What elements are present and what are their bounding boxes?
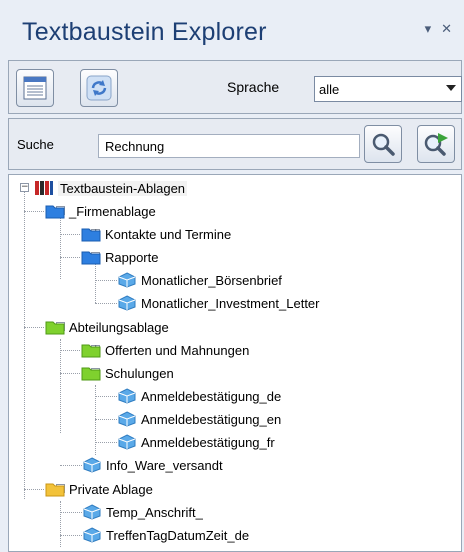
books-icon xyxy=(34,180,54,196)
tree-item-anm-de[interactable]: Anmeldebestätigung_de xyxy=(117,385,281,407)
cube-icon xyxy=(82,527,102,543)
tree-item-label: Textbaustein-Ablagen xyxy=(58,180,188,196)
panel-title: Textbaustein Explorer xyxy=(22,18,267,46)
tree-item-label: Monatlicher_Investment_Letter xyxy=(141,295,320,311)
tree-line xyxy=(60,373,80,374)
tree-item-label: Offerten und Mahnungen xyxy=(105,342,250,358)
tree-line xyxy=(95,396,117,397)
toolbar: Sprache alle xyxy=(8,60,462,114)
tree-line xyxy=(60,257,80,258)
cube-icon xyxy=(82,457,102,473)
tree-line xyxy=(95,419,117,420)
tree-line xyxy=(24,211,44,212)
tree-line xyxy=(95,280,117,281)
folder-blue-icon xyxy=(45,203,65,219)
search-label: Suche xyxy=(17,137,54,152)
refresh-button[interactable] xyxy=(80,69,118,107)
cube-icon xyxy=(117,388,137,404)
magnifier-icon xyxy=(372,133,395,156)
tree-item-treffen[interactable]: TreffenTagDatumZeit_de xyxy=(82,524,249,546)
tree-line xyxy=(24,189,25,499)
tree-item-label: Private Ablage xyxy=(69,481,153,497)
search-next-icon xyxy=(424,133,448,156)
tree-line xyxy=(24,489,44,490)
cube-icon xyxy=(117,434,137,450)
tree-item-label: TreffenTagDatumZeit_de xyxy=(106,527,250,543)
tree-item-info-ware[interactable]: Info_Ware_versandt xyxy=(82,454,223,476)
close-icon[interactable]: ✕ xyxy=(441,22,452,36)
tree-item-investment[interactable]: Monatlicher_Investment_Letter xyxy=(117,292,319,314)
tree-item-temp[interactable]: Temp_Anschrift_ xyxy=(82,501,203,523)
tree-item-root[interactable]: Textbaustein-Ablagen xyxy=(34,177,188,199)
tree-item-offerten[interactable]: Offerten und Mahnungen xyxy=(81,339,249,361)
tree-line xyxy=(24,327,44,328)
folder-yellow-icon xyxy=(45,481,65,497)
tree-item-label: _Firmenablage xyxy=(69,203,156,219)
tree-line xyxy=(60,501,61,547)
cube-icon xyxy=(117,272,137,288)
tree-line xyxy=(60,350,80,351)
tree-item-label: Anmeldebestätigung_fr xyxy=(141,434,275,450)
language-select[interactable]: alle xyxy=(314,76,462,102)
tree-line xyxy=(60,465,82,466)
tree-item-anm-en[interactable]: Anmeldebestätigung_en xyxy=(117,408,281,430)
chevron-down-icon xyxy=(446,85,456,91)
search-next-button[interactable] xyxy=(417,125,455,163)
language-label: Sprache xyxy=(227,79,280,95)
folder-green-icon xyxy=(45,319,65,335)
tree-item-kontakte[interactable]: Kontakte und Termine xyxy=(81,223,231,245)
tree-line xyxy=(60,339,61,433)
tree-item-label: Kontakte und Termine xyxy=(105,226,232,242)
tree-line xyxy=(95,442,117,443)
textbaustein-explorer-panel: Textbaustein Explorer ▾ ✕ Sprache alle S… xyxy=(0,0,464,552)
tree-line xyxy=(60,512,82,513)
document-list-icon xyxy=(23,76,47,100)
tree-item-label: Monatlicher_Börsenbrief xyxy=(141,272,282,288)
folder-green-icon xyxy=(81,342,101,358)
tree-line xyxy=(95,303,117,304)
language-select-value: alle xyxy=(319,81,340,97)
tree-item-firmenablage[interactable]: _Firmenablage xyxy=(45,200,156,222)
panel-controls: ▾ ✕ xyxy=(425,22,452,36)
tree-item-private[interactable]: Private Ablage xyxy=(45,478,153,500)
tree-item-schulungen[interactable]: Schulungen xyxy=(81,362,174,384)
tree-item-label: Temp_Anschrift_ xyxy=(106,504,203,520)
tree-item-label: Rapporte xyxy=(105,249,159,265)
cube-icon xyxy=(117,295,137,311)
tree-item-label: Info_Ware_versandt xyxy=(106,457,223,473)
folder-green-icon xyxy=(81,365,101,381)
cube-icon xyxy=(82,504,102,520)
folder-blue-icon xyxy=(81,249,101,265)
tree-item-rapporte[interactable]: Rapporte xyxy=(81,246,158,268)
tree-item-anm-fr[interactable]: Anmeldebestätigung_fr xyxy=(117,431,275,453)
tree-view[interactable]: − − + − − + − − Textbaustein-Ablagen xyxy=(8,174,462,552)
tree-item-label: Abteilungsablage xyxy=(69,319,169,335)
pin-dropdown-icon[interactable]: ▾ xyxy=(425,22,432,36)
refresh-icon xyxy=(86,75,112,101)
tree-line xyxy=(60,535,82,536)
tree-line xyxy=(60,234,80,235)
tree-item-abteilungsablage[interactable]: Abteilungsablage xyxy=(45,316,169,338)
collapse-toggle[interactable]: − xyxy=(20,183,29,192)
folder-blue-icon xyxy=(81,226,101,242)
search-button[interactable] xyxy=(364,125,402,163)
tree-item-label: Anmeldebestätigung_de xyxy=(141,388,282,404)
tree-item-boersenbrief[interactable]: Monatlicher_Börsenbrief xyxy=(117,269,282,291)
search-bar: Suche xyxy=(8,118,462,170)
search-input[interactable] xyxy=(98,134,360,158)
tree-item-label: Anmeldebestätigung_en xyxy=(141,411,282,427)
cube-icon xyxy=(117,411,137,427)
tree-item-label: Schulungen xyxy=(105,365,174,381)
view-list-button[interactable] xyxy=(16,69,54,107)
